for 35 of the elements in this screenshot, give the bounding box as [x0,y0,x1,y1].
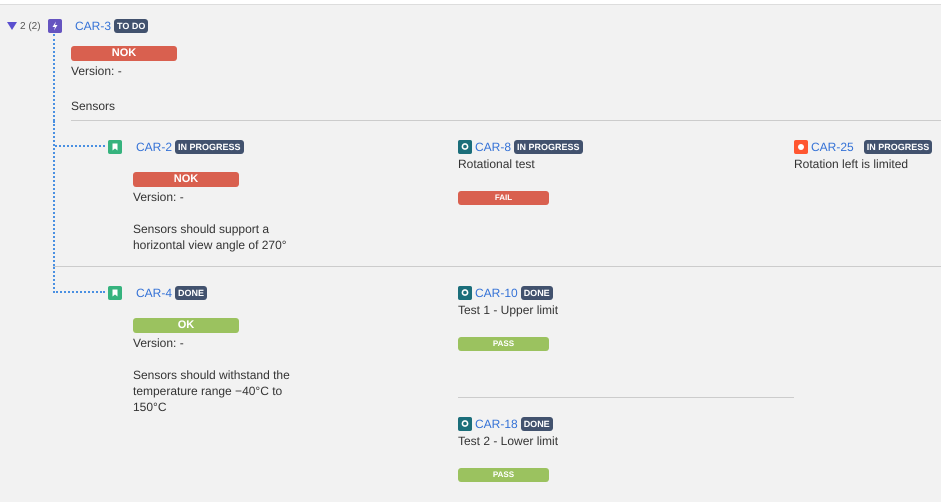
status-label: IN PROGRESS [514,140,583,154]
test-title: Test 1 - Upper limit [458,302,560,318]
lightning-icon [48,19,62,33]
test-title: Rotational test [458,156,536,172]
result-label: OK [133,318,239,333]
test-title: Test 2 - Lower limit [458,433,560,449]
issue-link[interactable]: CAR-18 [475,417,518,431]
version-text: Version: - [133,189,185,205]
defect-title: Rotation left is limited [794,156,910,172]
status-label: DONE [175,286,208,300]
result-label: NOK [71,46,177,61]
bookmark-icon [108,286,122,300]
collapse-arrow-icon[interactable] [7,21,17,31]
issue-link[interactable]: CAR-2 [136,140,172,154]
issue-link[interactable]: CAR-3 [75,19,112,33]
description-text: Sensors should support a horizontal view angle of 270° [133,221,288,254]
version-text: Version: - [71,63,123,79]
status-label: IN PROGRESS [864,140,932,154]
issue-link[interactable]: CAR-25 [811,140,854,154]
status-label: DONE [520,417,553,431]
result-label: PASS [458,468,549,482]
bookmark-icon [108,140,122,154]
status-label: TO DO [114,19,148,33]
version-text: Version: - [133,335,185,351]
issue-link[interactable]: CAR-10 [475,286,518,300]
result-label: PASS [458,337,549,351]
result-label: FAIL [458,191,549,205]
summary-text: Sensors [71,81,941,121]
issue-link[interactable]: CAR-4 [136,286,172,300]
issue-link[interactable]: CAR-8 [475,140,512,154]
status-label: DONE [520,286,553,300]
description-text: Sensors should withstand the temperature range −40°C to 150°C [133,367,291,416]
status-label: IN PROGRESS [175,140,244,154]
child-count: 2 (2) [20,20,41,32]
result-label: NOK [133,172,239,187]
